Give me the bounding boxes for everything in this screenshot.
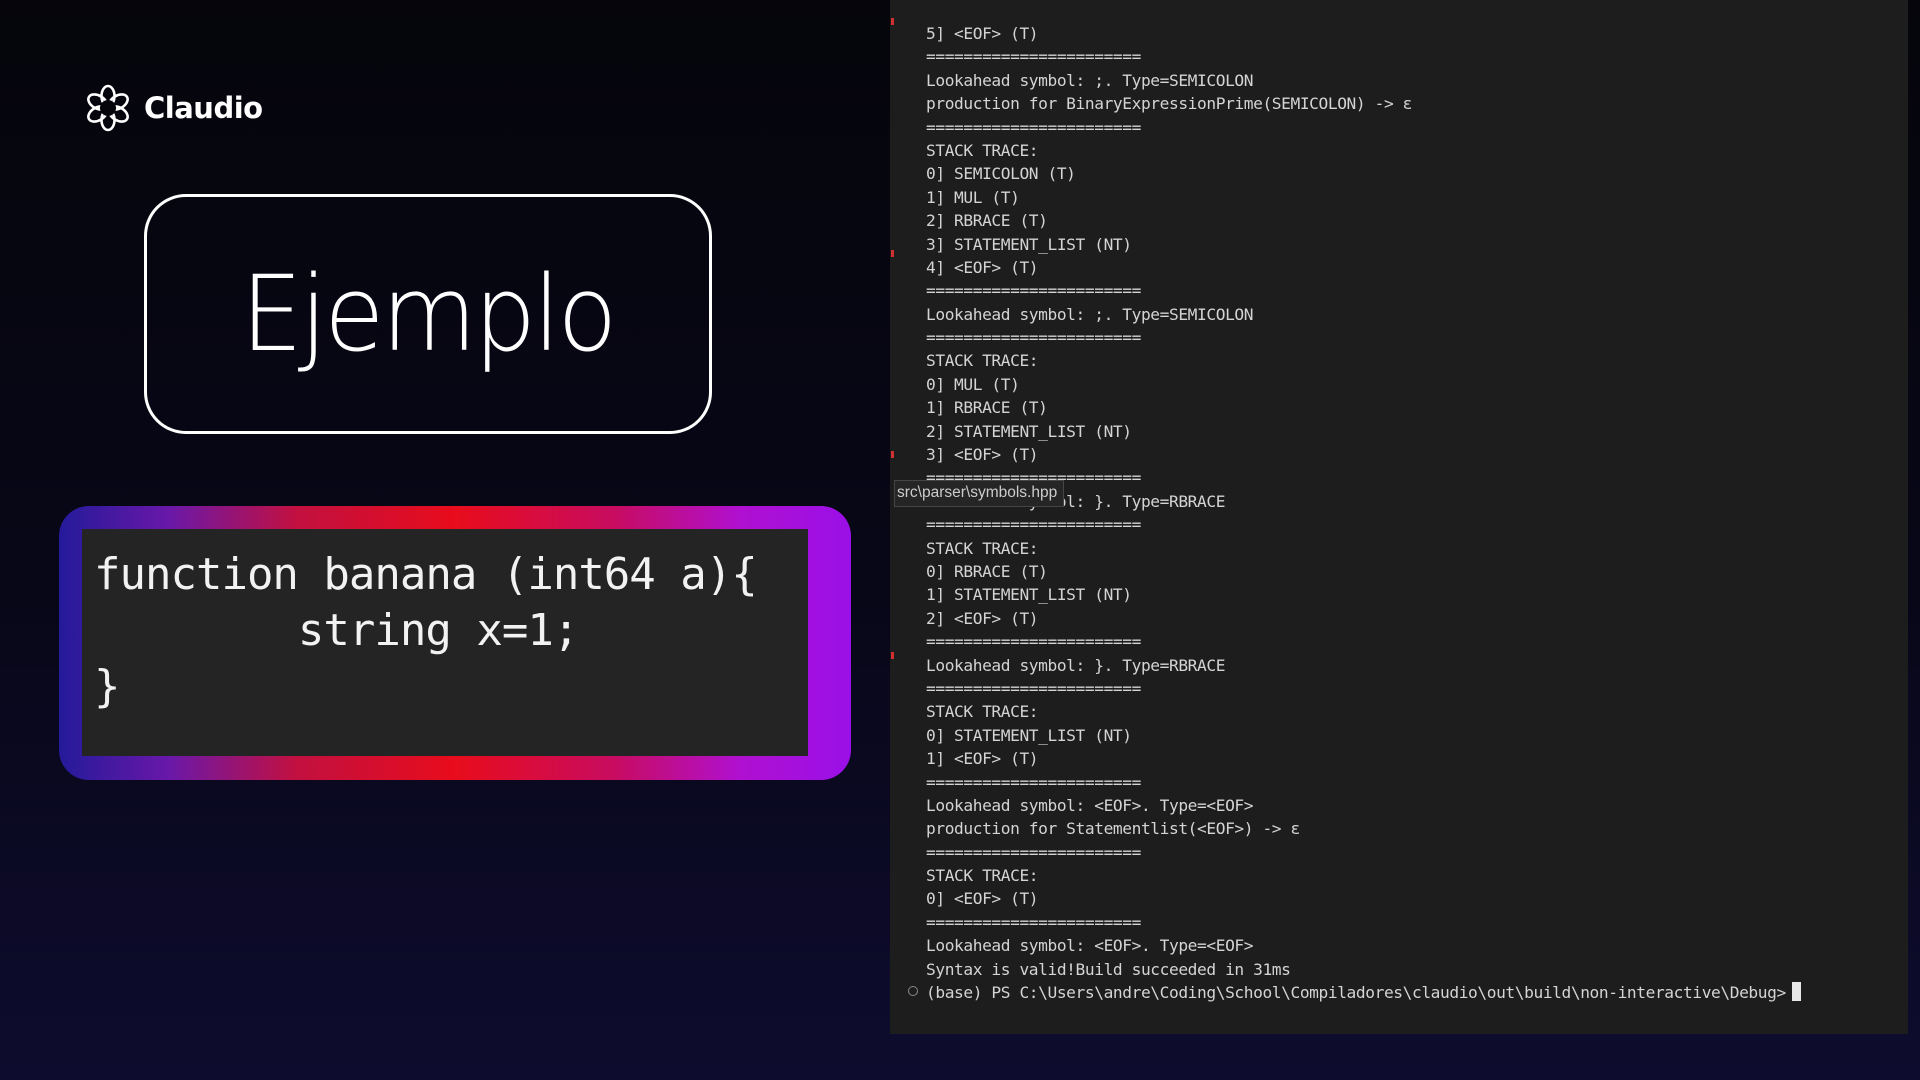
terminal-line: ======================= xyxy=(926,842,1141,862)
terminal-line: 1] <EOF> (T) xyxy=(926,749,1039,769)
terminal-line: ======================= xyxy=(926,678,1141,698)
terminal-line: production for Statementlist(<EOF>) -> ε xyxy=(926,819,1300,839)
terminal-line: Lookahead symbol: ;. Type=SEMICOLON xyxy=(926,70,1254,90)
code-example-frame: function banana (int64 a){ string x=1; } xyxy=(59,506,851,780)
terminal-line: production for BinaryExpressionPrime(SEM… xyxy=(926,94,1412,114)
prompt-text: (base) PS C:\Users\andre\Coding\School\C… xyxy=(926,983,1786,1003)
code-line: function banana (int64 a){ xyxy=(94,549,758,600)
terminal-line: 1] STATEMENT_LIST (NT) xyxy=(926,585,1132,605)
terminal-line: 2] <EOF> (T) xyxy=(926,608,1039,628)
code-line: } xyxy=(94,661,121,712)
gutter-marker xyxy=(891,250,894,257)
brand: Claudio xyxy=(84,84,263,132)
terminal-line: Lookahead symbol: ;. Type=SEMICOLON xyxy=(926,304,1254,324)
gutter-marker xyxy=(891,18,894,25)
brand-name: Claudio xyxy=(144,91,263,125)
terminal-line: 1] RBRACE (T) xyxy=(926,398,1048,418)
terminal-line: 2] STATEMENT_LIST (NT) xyxy=(926,421,1132,441)
slide-title: Ejemplo xyxy=(241,253,617,375)
terminal-line: Syntax is valid!Build succeeded in 31ms xyxy=(926,959,1291,979)
terminal-line: Lookahead symbol: <EOF>. Type=<EOF> xyxy=(926,936,1254,956)
code-line: string x=1; xyxy=(94,605,579,656)
terminal-line: ======================= xyxy=(926,117,1141,137)
terminal-line: 0] RBRACE (T) xyxy=(926,561,1048,581)
terminal-line: 5] <EOF> (T) xyxy=(926,24,1039,43)
slide-title-box: Ejemplo xyxy=(144,194,712,434)
terminal-line: 0] <EOF> (T) xyxy=(926,889,1039,909)
terminal-line: STACK TRACE: xyxy=(926,538,1039,558)
terminal-line: ======================= xyxy=(926,47,1141,67)
terminal-line: 0] SEMICOLON (T) xyxy=(926,164,1076,184)
code-example-block: function banana (int64 a){ string x=1; } xyxy=(82,529,808,756)
gutter-marker xyxy=(891,451,894,458)
text-cursor xyxy=(1791,982,1801,1002)
terminal-line: ======================= xyxy=(926,515,1141,535)
terminal-line: STACK TRACE: xyxy=(926,351,1039,371)
terminal-line: Lookahead symbol: }. Type=RBRACE xyxy=(926,655,1226,675)
terminal-prompt[interactable]: (base) PS C:\Users\andre\Coding\School\C… xyxy=(926,981,1801,1004)
terminal-line: 1] MUL (T) xyxy=(926,187,1020,207)
terminal-panel[interactable]: 5] <EOF> (T) ======================= Loo… xyxy=(890,0,1908,1034)
terminal-line: 4] <EOF> (T) xyxy=(926,257,1039,277)
claudio-logo-icon xyxy=(87,84,129,132)
terminal-line: STACK TRACE: xyxy=(926,140,1039,160)
terminal-line: ======================= xyxy=(926,772,1141,792)
gutter-marker xyxy=(891,652,894,659)
terminal-line: ======================= xyxy=(926,912,1141,932)
terminal-line: 2] RBRACE (T) xyxy=(926,211,1048,231)
terminal-line: 3] STATEMENT_LIST (NT) xyxy=(926,234,1132,254)
terminal-output: 5] <EOF> (T) ======================= Loo… xyxy=(926,22,1801,1004)
terminal-line: 0] STATEMENT_LIST (NT) xyxy=(926,725,1132,745)
terminal-line: 3] <EOF> (T) xyxy=(926,445,1039,465)
terminal-line: ======================= xyxy=(926,328,1141,348)
terminal-line: STACK TRACE: xyxy=(926,866,1039,886)
terminal-line: ======================= xyxy=(926,281,1141,301)
terminal-line: STACK TRACE: xyxy=(926,702,1039,722)
terminal-line: Lookahead symbol: <EOF>. Type=<EOF> xyxy=(926,795,1254,815)
prompt-status-circle-icon xyxy=(908,986,918,996)
terminal-line: ======================= xyxy=(926,632,1141,652)
terminal-line: 0] MUL (T) xyxy=(926,374,1020,394)
file-path-tooltip: src\parser\symbols.hpp xyxy=(894,480,1065,507)
